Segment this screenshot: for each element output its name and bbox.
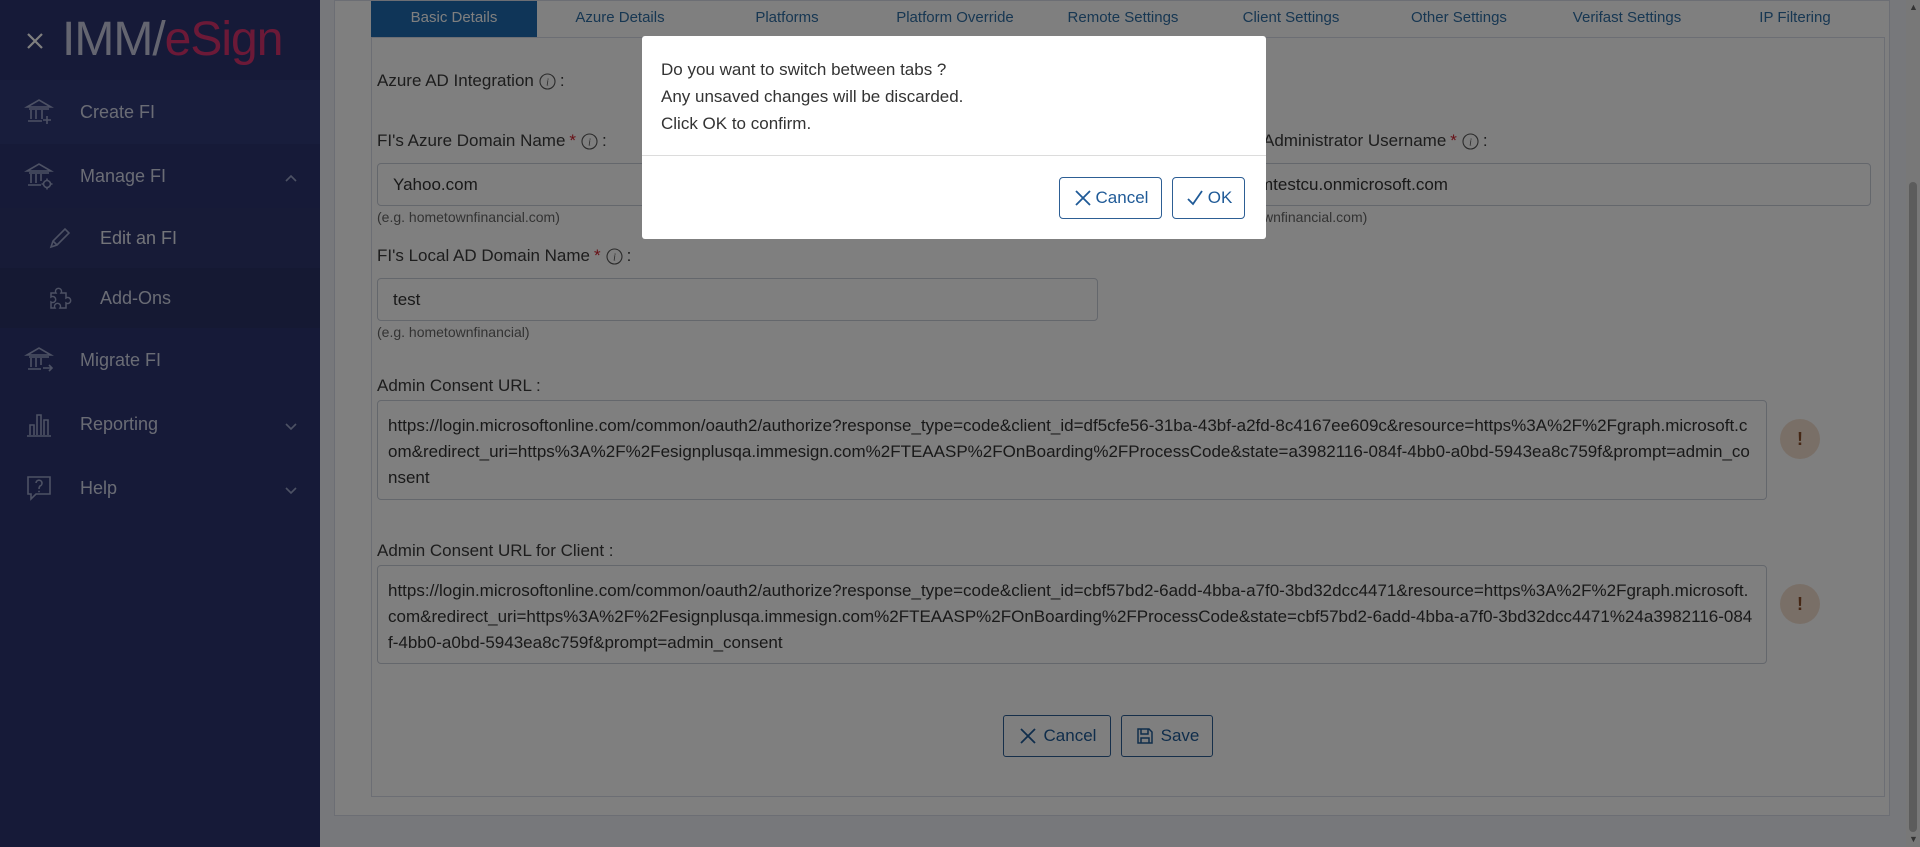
cancel-label: Cancel — [1095, 188, 1149, 207]
dialog-message: Do you want to switch between tabs ? Any… — [661, 56, 963, 137]
confirm-switch-tabs-dialog: Do you want to switch between tabs ? Any… — [642, 36, 1266, 239]
dialog-cancel-button[interactable]: Cancel — [1059, 177, 1162, 219]
dialog-divider — [642, 155, 1266, 156]
dialog-message-line: Do you want to switch between tabs ? — [661, 60, 947, 79]
ok-label: OK — [1207, 188, 1233, 207]
dialog-ok-button[interactable]: OK — [1172, 177, 1245, 219]
dialog-message-line: Click OK to confirm. — [661, 114, 812, 133]
close-icon — [1073, 188, 1093, 208]
dialog-message-line: Any unsaved changes will be discarded. — [661, 87, 964, 106]
checkmark-icon — [1185, 188, 1205, 208]
